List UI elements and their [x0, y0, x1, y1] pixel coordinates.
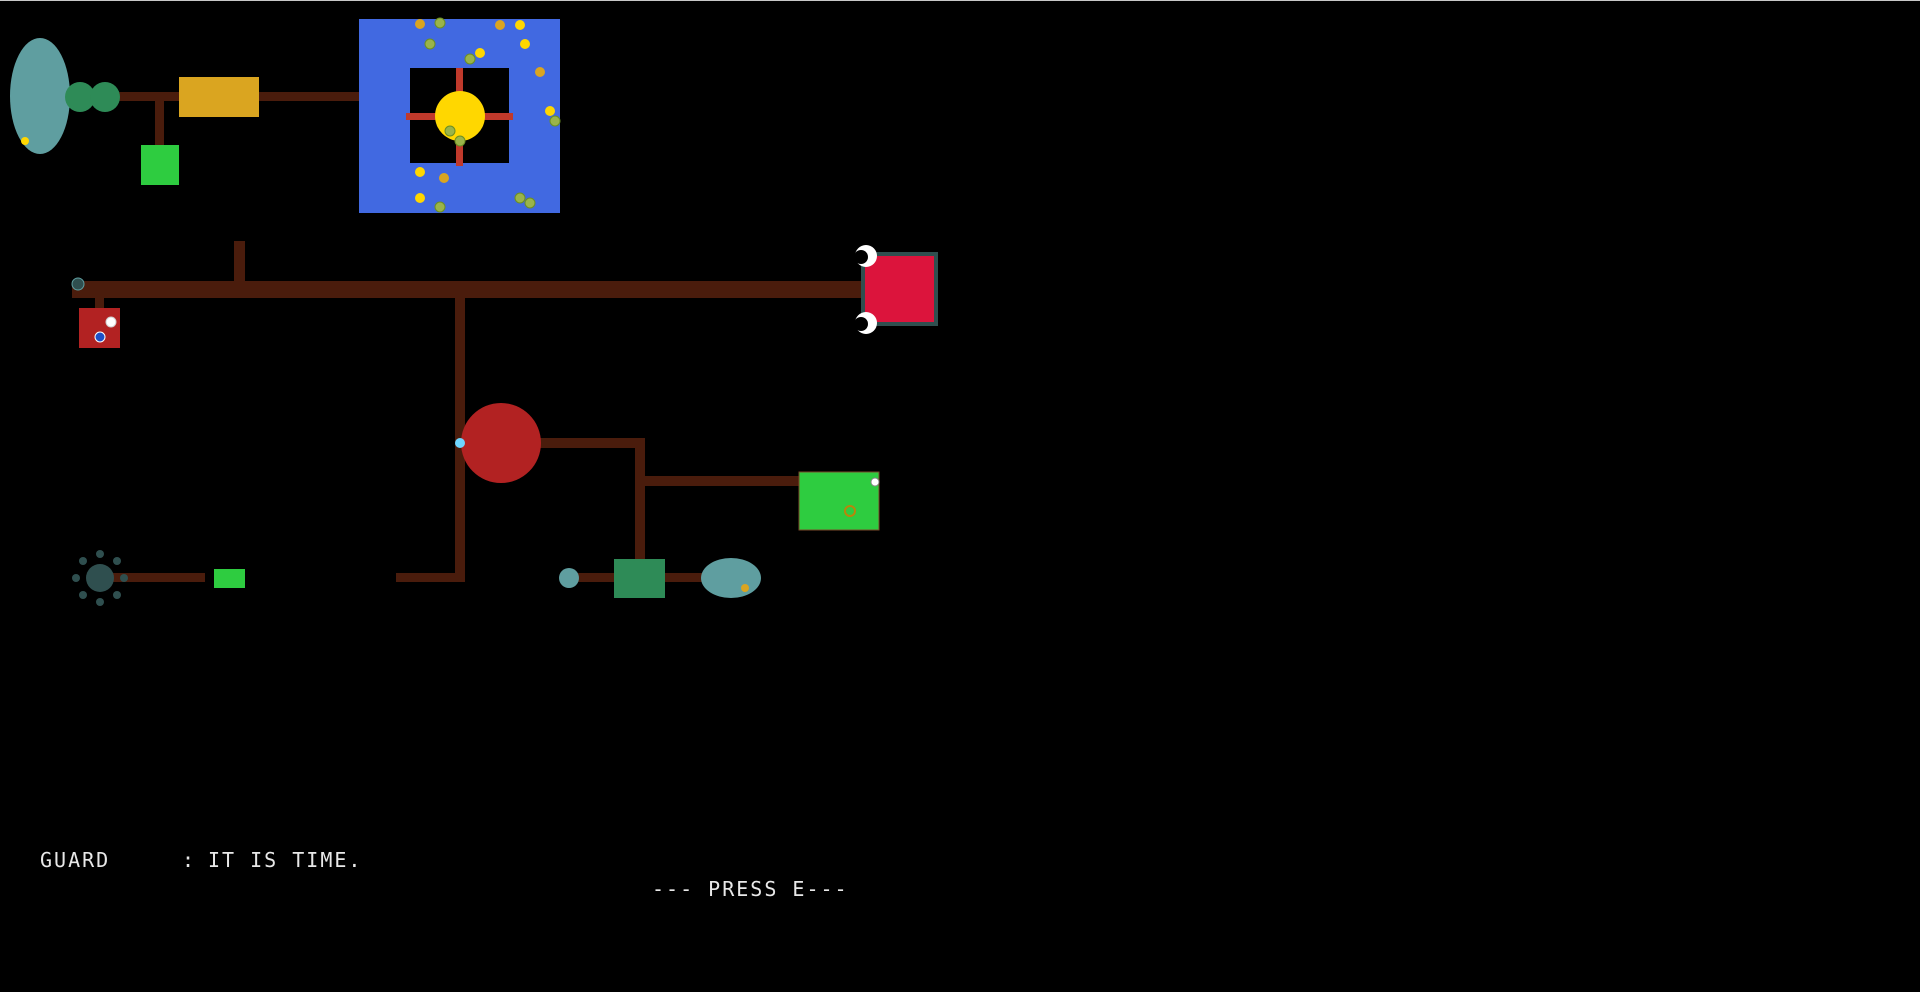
- small-green-room: [214, 569, 245, 588]
- particle: [454, 135, 466, 147]
- pipe-vertical-right: [635, 438, 645, 565]
- player-marker: [94, 331, 106, 343]
- pipe-to-green-square: [155, 98, 164, 146]
- pipe-bottom-left-stub: [396, 573, 463, 582]
- particle: [434, 201, 446, 213]
- dialog-separator: :: [182, 848, 197, 872]
- pipe-stub-up: [234, 241, 245, 285]
- pond-yellow-dot: [21, 137, 29, 145]
- particle: [515, 20, 525, 30]
- dark-green-room: [614, 559, 665, 598]
- particle: [524, 197, 536, 209]
- crimson-room: [861, 252, 938, 326]
- particle: [520, 39, 530, 49]
- particle: [549, 115, 561, 127]
- spiked-node-core: [86, 564, 114, 592]
- pipe-top-left: [112, 92, 184, 101]
- sun-core: [435, 91, 485, 141]
- particle: [535, 67, 545, 77]
- particle: [514, 192, 526, 204]
- orange-dot: [741, 584, 749, 592]
- spoke-top: [456, 68, 463, 94]
- game-map: GUARD : IT IS TIME. --- PRESS E---: [0, 0, 1920, 992]
- top-left-cluster: [10, 38, 259, 185]
- pipe-red-circle-right: [537, 438, 644, 448]
- white-dot: [105, 316, 117, 328]
- dialog-line: IT IS TIME.: [208, 848, 363, 872]
- blue-chamber: [359, 17, 561, 213]
- red-circle-room: [461, 403, 541, 483]
- teal-node-small: [559, 568, 579, 588]
- particle: [444, 125, 456, 137]
- dialog-speaker: GUARD: [40, 848, 111, 872]
- particle: [415, 167, 425, 177]
- particle: [475, 48, 485, 58]
- teal-oval-room: [701, 558, 761, 598]
- particle: [439, 173, 449, 183]
- green-room: [798, 471, 880, 531]
- particle: [415, 193, 425, 203]
- map-canvas: [10, 17, 938, 606]
- amber-room: [179, 77, 259, 117]
- cyan-marker: [455, 438, 465, 448]
- eye-icon: [854, 245, 877, 267]
- pipe-main-horizontal: [72, 281, 862, 298]
- particle: [495, 20, 505, 30]
- particle: [415, 19, 425, 29]
- eye-icon: [854, 312, 877, 334]
- spoke-left: [406, 113, 439, 120]
- green-node-2: [90, 82, 120, 112]
- crimson-chamber: [854, 245, 938, 334]
- press-e-prompt[interactable]: --- PRESS E---: [652, 877, 849, 901]
- particle: [464, 53, 476, 65]
- pipe-teal-small: [573, 573, 621, 582]
- pond-oval-large: [10, 38, 70, 154]
- particle: [434, 17, 446, 29]
- green-room-cluster: [798, 471, 880, 531]
- pipe-to-blue-room: [256, 92, 363, 101]
- green-square-room: [141, 145, 179, 185]
- pipe-teal-oval: [660, 573, 708, 582]
- red-circle-cluster: [455, 403, 541, 483]
- particle: [424, 38, 436, 50]
- particle: [545, 106, 555, 116]
- slate-node-small: [71, 277, 85, 291]
- pipe-to-green-room: [641, 476, 803, 486]
- spoke-right: [482, 113, 513, 120]
- white-gem: [870, 477, 880, 487]
